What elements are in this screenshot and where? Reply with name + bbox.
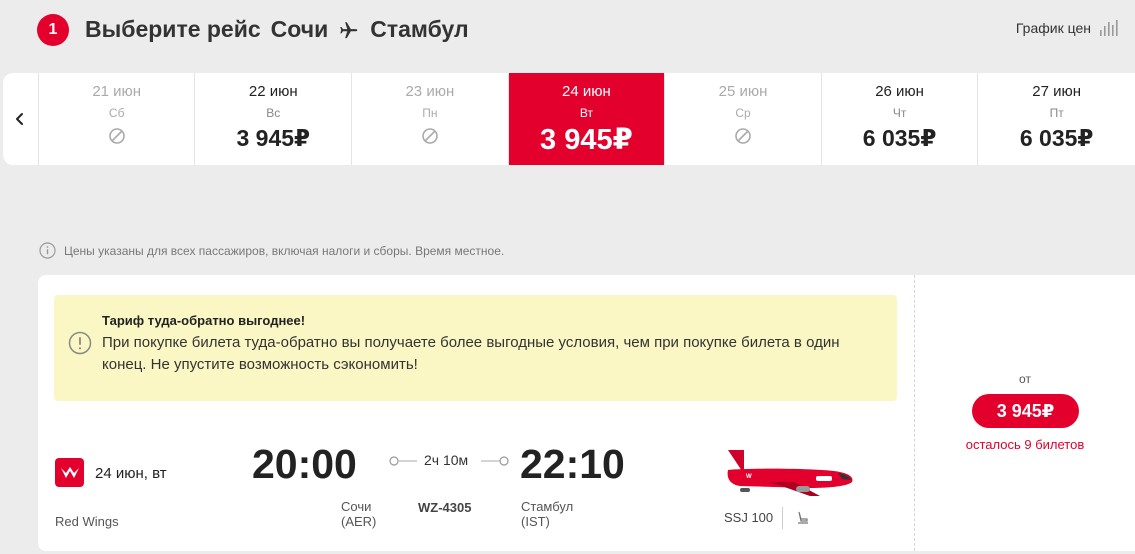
bar-chart-icon bbox=[1100, 20, 1118, 36]
date-price: 6 035₽ bbox=[862, 125, 937, 151]
weekday-label: Ср bbox=[735, 106, 751, 120]
step-badge: 1 bbox=[37, 14, 69, 46]
airline-logo bbox=[55, 458, 84, 487]
flight-date: 24 июн, вт bbox=[95, 465, 167, 482]
date-price: 3 945₽ bbox=[540, 124, 633, 156]
price-column: от 3 945₽ осталось 9 билетов bbox=[915, 275, 1135, 551]
destination-city: Стамбул bbox=[370, 16, 469, 42]
plane-icon bbox=[340, 21, 358, 38]
weekday-label: Чт bbox=[892, 106, 907, 120]
prices-note-text: Цены указаны для всех пассажиров, включа… bbox=[64, 243, 505, 258]
page-header: 1 Выберите рейс Сочи Стамбул График цен bbox=[0, 0, 1135, 64]
warning-icon bbox=[68, 331, 92, 355]
date-cell-21[interactable]: 21 июн Сб bbox=[39, 73, 196, 165]
date-cell-27[interactable]: 27 июн Пт 6 035₽ bbox=[978, 73, 1135, 165]
date-cell-24-selected[interactable]: 24 июн Вт 3 945₽ bbox=[508, 73, 666, 165]
date-label: 23 июн bbox=[405, 83, 455, 100]
page-title: Выберите рейс Сочи Стамбул bbox=[85, 16, 469, 43]
info-icon bbox=[39, 242, 56, 259]
promo-text: При покупке билета туда-обратно вы получ… bbox=[102, 334, 840, 373]
divider bbox=[782, 507, 783, 529]
date-price: 6 035₽ bbox=[1019, 125, 1094, 151]
aircraft-image: W bbox=[714, 450, 853, 496]
roundtrip-promo: Тариф туда-обратно выгоднее! При покупке… bbox=[54, 295, 897, 401]
arrival-airport: Стамбул (IST) bbox=[521, 499, 573, 529]
unavailable-icon bbox=[735, 128, 751, 144]
unavailable-icon bbox=[108, 128, 125, 144]
prices-note: Цены указаны для всех пассажиров, включа… bbox=[39, 242, 504, 259]
departure-time: 20:00 bbox=[252, 441, 357, 487]
flight-number: WZ-4305 bbox=[418, 500, 472, 515]
date-label: 24 июн bbox=[562, 83, 611, 100]
svg-text:W: W bbox=[746, 474, 752, 480]
title-prefix: Выберите рейс bbox=[85, 16, 261, 42]
airline-name: Red Wings bbox=[55, 514, 119, 529]
weekday-label: Сб bbox=[108, 106, 125, 120]
arrival-code: (IST) bbox=[521, 514, 550, 529]
flight-duration: 2ч 10м bbox=[422, 452, 471, 468]
origin-city: Сочи bbox=[270, 16, 329, 42]
chevron-left-icon bbox=[16, 113, 24, 125]
weekday-label: Пт bbox=[1049, 106, 1064, 120]
flight-card: Тариф туда-обратно выгоднее! При покупке… bbox=[38, 275, 1135, 551]
price-chart-label: График цен bbox=[1015, 20, 1091, 36]
departure-airport: Сочи (AER) bbox=[341, 499, 376, 529]
date-cell-25[interactable]: 25 июн Ср bbox=[665, 73, 822, 165]
arrival-time: 22:10 bbox=[520, 441, 625, 487]
prev-dates-button[interactable] bbox=[3, 73, 39, 165]
price-chart-button[interactable]: График цен bbox=[1016, 20, 1119, 36]
weekday-label: Вт bbox=[579, 106, 593, 120]
date-cell-23[interactable]: 23 июн Пн bbox=[352, 73, 509, 165]
departure-city: Сочи bbox=[341, 499, 372, 514]
date-label: 25 июн bbox=[718, 83, 768, 100]
date-label: 22 июн bbox=[248, 83, 298, 100]
date-price: 3 945₽ bbox=[236, 125, 311, 151]
date-label: 27 июн bbox=[1032, 83, 1082, 100]
from-label: от bbox=[1019, 372, 1031, 386]
departure-code: (AER) bbox=[341, 514, 377, 529]
weekday-label: Пн bbox=[422, 106, 438, 120]
unavailable-icon bbox=[422, 128, 438, 144]
date-label: 21 июн bbox=[92, 83, 142, 100]
date-label: 26 июн bbox=[875, 83, 924, 100]
select-price-button[interactable]: 3 945₽ bbox=[972, 394, 1079, 428]
seats-left: осталось 9 билетов bbox=[965, 437, 1085, 452]
flight-details: Тариф туда-обратно выгоднее! При покупке… bbox=[38, 275, 915, 551]
date-cell-22[interactable]: 22 июн Вс 3 945₽ bbox=[195, 73, 353, 165]
red-wings-logo-icon bbox=[60, 466, 79, 478]
arrival-city: Стамбул bbox=[521, 499, 574, 514]
promo-title: Тариф туда-обратно выгоднее! bbox=[102, 313, 306, 328]
seat-icon[interactable] bbox=[796, 511, 810, 525]
date-cell-26[interactable]: 26 июн Чт 6 035₽ bbox=[822, 73, 979, 165]
aircraft-type: SSJ 100 bbox=[724, 510, 774, 525]
weekday-label: Вс bbox=[266, 106, 281, 120]
date-selector: 21 июн Сб 22 июн Вс 3 945₽ 23 июн Пн 24 … bbox=[3, 73, 1135, 165]
